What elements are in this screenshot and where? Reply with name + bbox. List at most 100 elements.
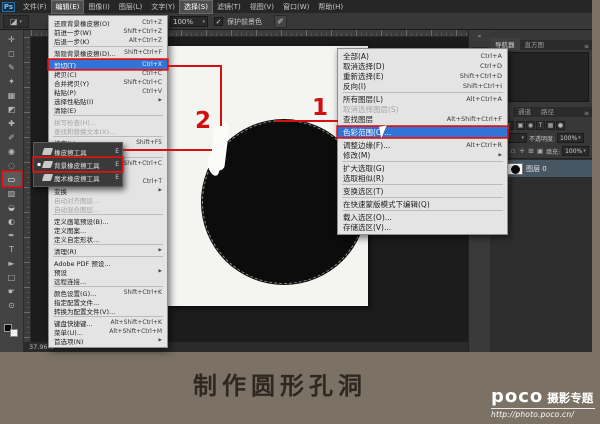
menu-item[interactable]: 所有图层(L) Alt+Ctrl+A ▶ — [338, 94, 507, 104]
menu-item[interactable]: 自动混合图层... ▶ — [49, 204, 167, 214]
layer-name[interactable]: 图层 0 — [526, 164, 547, 174]
menu-bar-item[interactable]: 视图(V) — [246, 1, 278, 13]
lock-all-icon[interactable]: ▣ — [536, 147, 544, 156]
menu-bar-item[interactable]: 帮助(H) — [314, 1, 347, 13]
zoom-tool[interactable]: ⊙ — [3, 298, 21, 312]
path-selection-tool[interactable]: ► — [3, 256, 21, 270]
menu-item[interactable]: 重新选择(E) Shift+Ctrl+D ▶ — [338, 71, 507, 81]
filter-pixel-icon[interactable]: ▣ — [516, 120, 525, 130]
blur-tool[interactable]: ◒ — [3, 200, 21, 214]
filter-type-icon[interactable]: T — [536, 120, 545, 130]
annotation-line-cut-horizontal — [168, 65, 222, 67]
quick-selection-tool[interactable]: ✦ — [3, 74, 21, 88]
background-color-swatch[interactable] — [10, 329, 18, 337]
menu-bar-item[interactable]: 选择(S) — [179, 0, 213, 14]
layer-thumbnail[interactable] — [507, 162, 523, 175]
menu-item[interactable]: 远程连接... ▶ — [49, 276, 167, 286]
menu-bar-item[interactable]: 图像(I) — [84, 1, 114, 13]
panel-tab[interactable]: 通道 — [513, 105, 536, 117]
tools-panel: ✛ ◻ ✎ ✦ ▦ ◩ ✚ ✐ ◉ ◌ ▭ ▨ ◒ ◐ ✒ T ► □ ☛ ⊙ — [0, 30, 24, 352]
history-brush-tool[interactable]: ◌ — [3, 158, 21, 172]
lasso-tool[interactable]: ✎ — [3, 60, 21, 74]
color-swatches[interactable] — [4, 324, 18, 337]
protect-foreground-checkbox[interactable]: ✓ — [214, 17, 223, 26]
lock-image-icon[interactable]: ⊞ — [527, 147, 535, 156]
filter-adjustment-icon[interactable]: ◉ — [526, 120, 535, 130]
dodge-tool[interactable]: ◐ — [3, 214, 21, 228]
menu-item[interactable]: 调整边缘(F)... Alt+Ctrl+R ▶ — [338, 140, 507, 150]
annotation-line-eraser — [123, 149, 212, 151]
photoshop-logo: Ps — [2, 1, 15, 12]
menu-item[interactable]: 首选项(N) ▶ — [49, 336, 167, 346]
clone-stamp-tool[interactable]: ◉ — [3, 144, 21, 158]
submenu-arrow-icon: ▶ — [158, 98, 162, 103]
move-tool[interactable]: ✛ — [3, 32, 21, 46]
menu-item[interactable]: 后退一步(K) Alt+Ctrl+Z ▶ — [49, 36, 167, 46]
collapse-panels-icon[interactable]: « — [478, 33, 482, 40]
menu-item[interactable]: 扩大选取(G) ▶ — [338, 163, 507, 173]
menu-item[interactable]: 色彩范围(C)... ▶ — [338, 127, 507, 137]
menu-item[interactable]: 转换为配置文件(V)... ▶ — [49, 306, 167, 316]
poco-url[interactable]: http://photo.poco.cn/ — [491, 408, 595, 419]
menu-item[interactable]: 选取相似(R) ▶ — [338, 173, 507, 183]
menu-bar-item[interactable]: 编辑(E) — [50, 0, 85, 14]
menu-bar-item[interactable]: 图层(L) — [115, 1, 146, 13]
marquee-tool[interactable]: ◻ — [3, 46, 21, 60]
tablet-pressure-icon[interactable]: ✐ — [274, 15, 287, 28]
menu-bar-item[interactable]: 文件(F) — [19, 1, 51, 13]
lock-transparency-icon[interactable]: ▫ — [509, 147, 517, 156]
menu-item[interactable]: 修改(M) ▶ — [338, 150, 507, 160]
gradient-tool[interactable]: ▨ — [3, 186, 21, 200]
panel-tab[interactable]: 路径 — [536, 105, 559, 117]
menu-item[interactable]: 清理(R) ▶ — [49, 246, 167, 256]
menu-item[interactable]: 在快速蒙版模式下编辑(Q) ▶ — [338, 199, 507, 209]
menu-item[interactable]: 查找和替换文本(X)... ▶ — [49, 126, 167, 136]
menu-item[interactable]: 全部(A) Ctrl+A ▶ — [338, 51, 507, 61]
pen-tool[interactable]: ✒ — [3, 228, 21, 242]
filter-shape-icon[interactable]: ▦ — [546, 120, 555, 130]
tool-preset-picker[interactable]: ◪ ▾ — [3, 15, 29, 28]
menu-bar-item[interactable]: 滤镜(T) — [213, 1, 245, 13]
menu-item[interactable]: 取消选择图层(S) ▶ — [338, 104, 507, 114]
menu-item[interactable]: 反向(I) Shift+Ctrl+I ▶ — [338, 81, 507, 91]
menu-item[interactable]: 定义自定形状... ▶ — [49, 234, 167, 244]
menu-item[interactable]: 变换选区(T) ▶ — [338, 186, 507, 196]
filter-smart-object-icon[interactable]: ● — [556, 120, 565, 130]
background-eraser-tool-item[interactable]: ▪ 背景橡皮擦工具 E — [34, 158, 122, 171]
panel-menu-icon[interactable]: ≡ — [584, 110, 592, 117]
chevron-down-icon: ▾ — [19, 18, 23, 25]
menu-item[interactable]: 剪切(T) Ctrl+X ▶ — [49, 60, 167, 70]
fill-label: 填充: — [546, 148, 561, 156]
poco-logo: poco — [491, 386, 544, 407]
crop-tool[interactable]: ▦ — [3, 88, 21, 102]
healing-brush-tool[interactable]: ✚ — [3, 116, 21, 130]
chevron-down-icon: ▾ — [521, 135, 524, 141]
select-menu-dropdown: 全部(A) Ctrl+A ▶ 取消选择(D) Ctrl+D ▶ 重新选择(E) … — [337, 48, 508, 235]
eraser-tool-item[interactable]: ▪ 橡皮擦工具 E — [34, 145, 122, 158]
lock-position-icon[interactable]: ✛ — [518, 147, 526, 156]
annotation-step-1: 1 — [312, 95, 329, 121]
menu-item[interactable]: 查找图层 Alt+Shift+Ctrl+F ▶ — [338, 114, 507, 124]
shape-tool[interactable]: □ — [3, 270, 21, 284]
menu-item[interactable]: 清除(E) ▶ — [49, 105, 167, 115]
menu-bar-item[interactable]: 文字(Y) — [147, 1, 179, 13]
menu-item[interactable]: 渐隐背景橡皮擦(D)... Shift+Ctrl+F ▶ — [49, 48, 167, 58]
panel-tab[interactable]: 直方图 — [520, 38, 550, 50]
hand-tool[interactable]: ☛ — [3, 284, 21, 298]
eyedropper-tool[interactable]: ◩ — [3, 102, 21, 116]
menu-item[interactable]: 存储选区(V)... ▶ — [338, 222, 507, 232]
brush-tool[interactable]: ✐ — [3, 130, 21, 144]
selected-tool-dot: ▪ — [37, 161, 42, 168]
eraser-tool[interactable]: ▭ — [2, 172, 21, 186]
menu-bar-item[interactable]: 窗口(W) — [279, 1, 313, 13]
panel-menu-icon[interactable]: ≡ — [584, 43, 592, 50]
menu-item[interactable]: 载入选区(O)... ▶ — [338, 212, 507, 222]
opacity-value[interactable]: 100% ▾ — [557, 133, 584, 143]
screenshot-root: Ps 文件(F) 编辑(E) 图像(I) 图层(L) 文字(Y) 选择(S) 滤镜(T) 视图… — [0, 0, 600, 424]
type-tool[interactable]: T — [3, 242, 21, 256]
magic-eraser-tool-item[interactable]: ▪ 魔术橡皮擦工具 E — [34, 171, 122, 184]
tolerance-dropdown[interactable]: 100% ▾ — [170, 16, 208, 27]
menu-item[interactable]: 取消选择(D) Ctrl+D ▶ — [338, 61, 507, 71]
fill-value[interactable]: 100% ▾ — [562, 146, 589, 156]
annotation-step-2: 2 — [195, 108, 212, 134]
